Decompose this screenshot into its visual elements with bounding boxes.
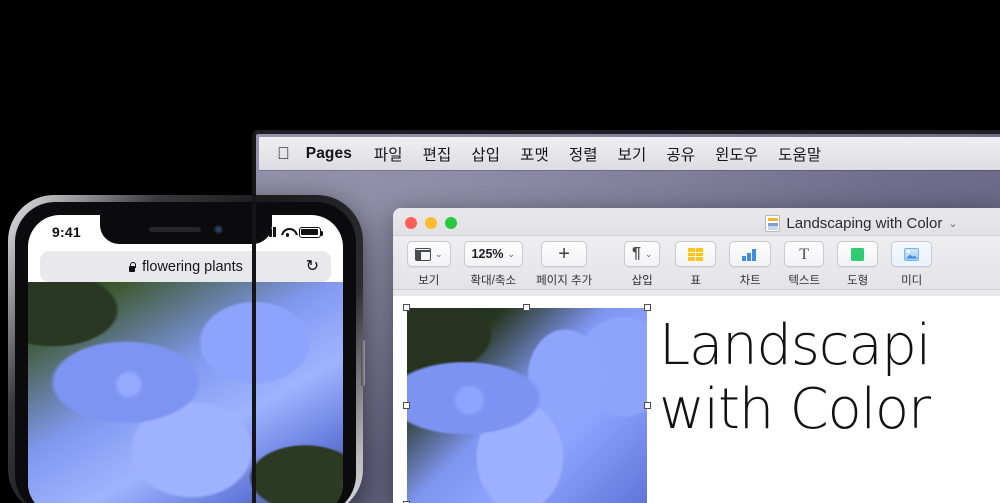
chevron-down-icon: ⌄ (435, 248, 443, 259)
zoom-button[interactable]: 125% ⌄ (463, 241, 524, 267)
toolbar-zoom[interactable]: 125% ⌄ 확대/축소 (463, 241, 524, 288)
menu-item-pages[interactable]: Pages (302, 145, 364, 163)
menu-item-window[interactable]: 윈도우 (705, 143, 768, 165)
pages-window: Landscaping with Color ⌄ ⌄ 보기 125% ⌄ 확대/… (393, 208, 1000, 503)
zoom-label: 확대/축소 (470, 275, 517, 287)
iphone-bezel: 9:41 flowering plants ↻ (15, 202, 356, 503)
toolbar-media[interactable]: 미디 (891, 241, 933, 288)
view-panel-icon (415, 247, 431, 261)
lock-icon (128, 261, 137, 272)
document-top-strip (393, 290, 1000, 296)
apple-logo-icon[interactable]:  (259, 145, 302, 162)
menu-item-format[interactable]: 포맷 (510, 143, 559, 165)
iphone-screen: 9:41 flowering plants ↻ (28, 215, 343, 503)
safari-address-bar[interactable]: flowering plants ↻ (40, 251, 331, 282)
headline-line-2: with Color (659, 377, 931, 442)
toolbar-insert[interactable]: ¶ ⌄ 삽입 (622, 241, 662, 288)
pages-toolbar: ⌄ 보기 125% ⌄ 확대/축소 + 페이지 추가 ¶ ⌄ 삽입 표 차트 T… (393, 236, 1000, 290)
table-button[interactable] (675, 241, 717, 267)
iphone-status-bar: 9:41 (28, 215, 343, 249)
text-label: 텍스트 (788, 275, 821, 287)
insert-label: 삽입 (631, 275, 653, 287)
cellular-signal-icon (261, 227, 276, 237)
zoom-value: 125% (471, 247, 504, 261)
toolbar-text[interactable]: T 텍스트 (784, 241, 825, 288)
media-label: 미디 (901, 275, 923, 287)
paragraph-icon: ¶ (631, 245, 641, 262)
chart-button[interactable] (729, 241, 772, 267)
document-headline[interactable]: Landscapi with Color (659, 314, 1000, 442)
view-button[interactable]: ⌄ (407, 241, 451, 267)
status-indicators (261, 226, 324, 238)
pages-document-icon (765, 214, 781, 232)
resize-handle-top-right[interactable] (644, 304, 651, 311)
text-icon: T (799, 245, 810, 263)
text-button[interactable]: T (784, 241, 825, 267)
headline-line-1: Landscapi (659, 313, 931, 378)
chevron-down-icon: ⌄ (644, 248, 653, 259)
table-label: 표 (690, 275, 701, 287)
chart-label: 차트 (739, 275, 761, 287)
safari-url-text[interactable]: flowering plants (142, 259, 243, 275)
resize-handle-middle-right[interactable] (644, 402, 651, 409)
wifi-icon (281, 227, 294, 237)
menu-bar:  Pages 파일 편집 삽입 포맷 정렬 보기 공유 윈도우 도움말 (259, 137, 1000, 170)
document-title-text[interactable]: Landscaping with Color (786, 215, 942, 232)
menu-item-edit[interactable]: 편집 (413, 143, 462, 165)
chevron-down-icon: ⌄ (507, 248, 516, 259)
table-icon (688, 247, 704, 261)
shape-icon (851, 247, 865, 261)
iphone-device: 9:41 flowering plants ↻ (8, 195, 365, 503)
plus-icon: + (558, 243, 570, 265)
selected-image[interactable] (403, 304, 651, 503)
safari-page-photo[interactable] (28, 282, 343, 503)
shape-label: 도형 (847, 275, 869, 287)
chart-icon (742, 248, 758, 261)
screenshot-stage:  Pages 파일 편집 삽입 포맷 정렬 보기 공유 윈도우 도움말 Lan… (0, 0, 1000, 503)
shape-button[interactable] (837, 241, 879, 267)
media-button[interactable] (891, 241, 933, 267)
toolbar-shape[interactable]: 도형 (837, 241, 879, 288)
menu-item-help[interactable]: 도움말 (768, 143, 831, 165)
add-page-label: 페이지 추가 (536, 275, 593, 287)
menu-item-share[interactable]: 공유 (656, 143, 705, 165)
menu-item-file[interactable]: 파일 (364, 143, 413, 165)
resize-handle-top-left[interactable] (403, 304, 410, 311)
window-title-bar[interactable]: Landscaping with Color ⌄ (393, 208, 1000, 236)
toolbar-chart[interactable]: 차트 (729, 241, 772, 288)
iphone-side-button[interactable] (361, 340, 365, 386)
menu-item-arrange[interactable]: 정렬 (559, 143, 608, 165)
chevron-down-icon[interactable]: ⌄ (948, 217, 957, 230)
window-title: Landscaping with Color ⌄ (393, 212, 1000, 234)
reload-icon[interactable]: ↻ (306, 258, 319, 275)
add-page-button[interactable]: + (541, 241, 587, 267)
resize-handle-middle-left[interactable] (403, 402, 410, 409)
insert-button[interactable]: ¶ ⌄ (623, 241, 661, 267)
toolbar-table[interactable]: 표 (675, 241, 717, 288)
view-label: 보기 (418, 275, 440, 287)
document-canvas[interactable]: Landscapi with Color (393, 290, 1000, 503)
toolbar-view[interactable]: ⌄ 보기 (407, 241, 451, 288)
media-icon (904, 247, 920, 261)
menu-item-insert[interactable]: 삽입 (461, 143, 510, 165)
menu-item-view[interactable]: 보기 (608, 143, 657, 165)
battery-icon (299, 226, 324, 238)
status-time: 9:41 (52, 224, 81, 240)
toolbar-add-page[interactable]: + 페이지 추가 (536, 241, 592, 288)
resize-handle-top-center[interactable] (523, 304, 530, 311)
